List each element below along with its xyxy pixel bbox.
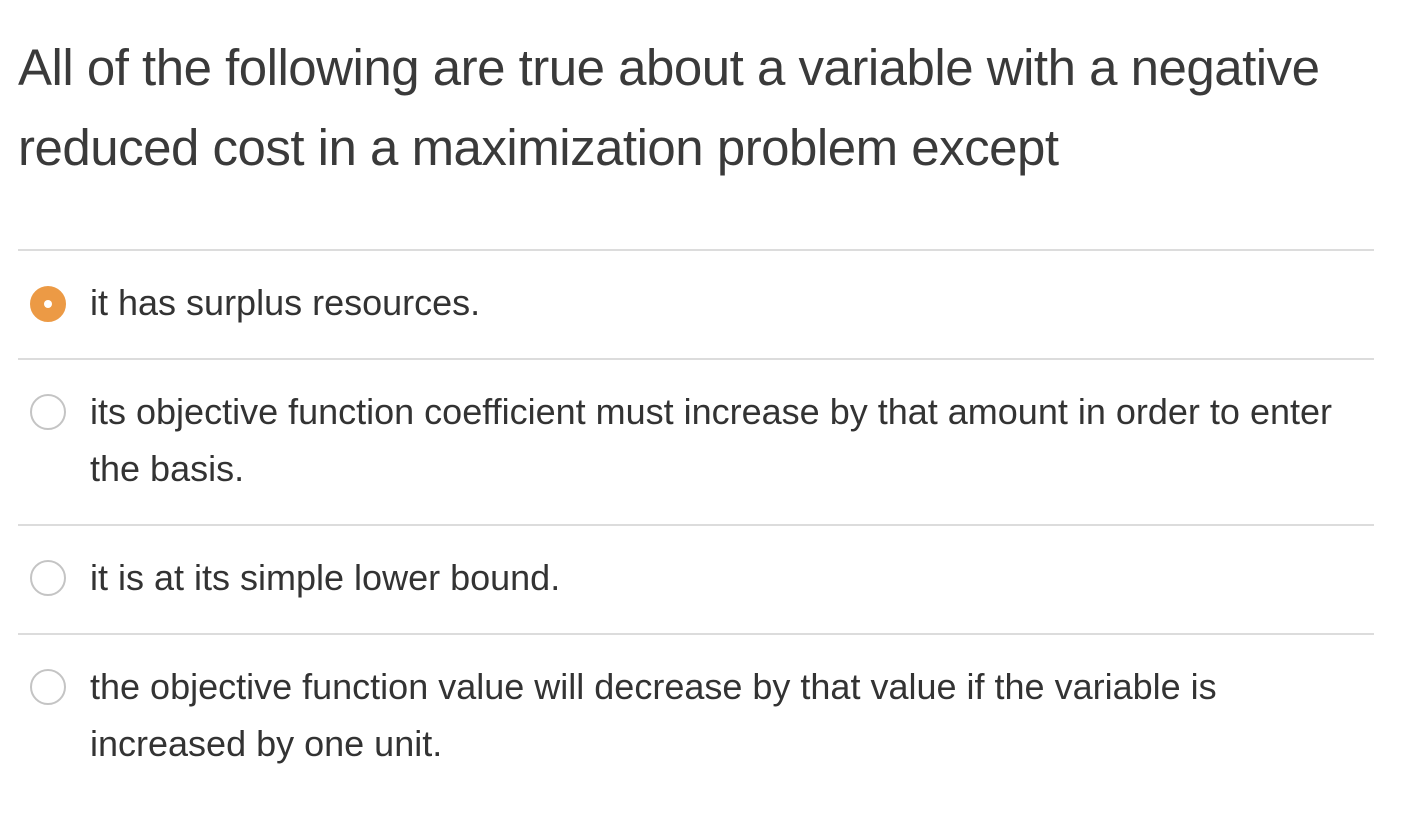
radio-unselected-icon[interactable] (30, 669, 66, 705)
answer-option-label: it has surplus resources. (90, 282, 481, 323)
answer-option-1[interactable]: it has surplus resources. (18, 251, 1374, 360)
answer-option-label: the objective function value will decrea… (90, 666, 1217, 764)
radio-unselected-icon[interactable] (30, 394, 66, 430)
answer-option-label: its objective function coefficient must … (90, 391, 1332, 489)
answer-option-2[interactable]: its objective function coefficient must … (18, 360, 1374, 526)
answer-option-3[interactable]: it is at its simple lower bound. (18, 526, 1374, 635)
answer-option-label: it is at its simple lower bound. (90, 557, 561, 598)
answer-options: it has surplus resources. its objective … (18, 249, 1374, 801)
radio-selected-icon[interactable] (30, 286, 66, 322)
question-text: All of the following are true about a va… (18, 39, 1320, 176)
answer-option-4[interactable]: the objective function value will decrea… (18, 635, 1374, 801)
radio-unselected-icon[interactable] (30, 560, 66, 596)
